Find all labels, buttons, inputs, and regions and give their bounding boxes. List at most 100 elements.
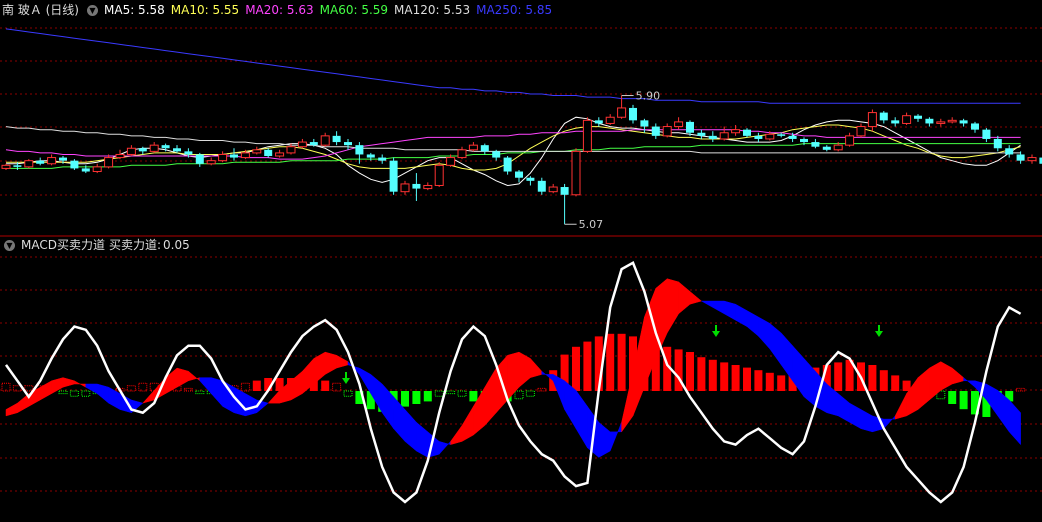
macd-ribbon-segment [62, 377, 75, 388]
high-price-label: 5.90 [636, 90, 661, 103]
candle [230, 148, 238, 161]
macd-bar [423, 391, 432, 402]
candle [252, 146, 262, 155]
macd-ribbon-segment [245, 393, 258, 417]
candle-body [822, 146, 831, 150]
macd-ribbon-segment [689, 290, 702, 305]
macd-ribbon-segment [176, 367, 189, 388]
macd-bar [412, 391, 421, 404]
macd-bar [252, 380, 261, 391]
down-arrow-icon [712, 325, 720, 337]
macd-bar [572, 346, 580, 391]
macd-bar [720, 362, 729, 391]
candle [902, 112, 912, 125]
candle [651, 123, 660, 139]
candle-body [173, 148, 181, 152]
candle [594, 117, 603, 127]
macd-ribbon-segment [632, 316, 645, 416]
macd-ribbon-segment [940, 361, 953, 391]
indicator-label: 买卖力道: [108, 238, 162, 252]
macd-bar [525, 390, 535, 397]
chevron-down-icon[interactable]: ▼ [87, 5, 98, 16]
candle-body [468, 144, 478, 151]
candle-body [355, 145, 364, 155]
candle-body [902, 115, 912, 124]
candle [743, 128, 751, 138]
candle [971, 121, 979, 133]
chevron-down-icon[interactable]: ▼ [4, 240, 15, 251]
candle-body [811, 142, 820, 147]
macd-panel-header: ▼ MACD买卖力道 买卖力道: 0.05 [2, 236, 196, 254]
macd-ribbon-segment [404, 408, 417, 452]
candle-body [36, 160, 45, 164]
ma-line-ma250 [5, 28, 1021, 104]
candle [492, 149, 501, 161]
candle-body [777, 134, 786, 136]
candle [36, 157, 45, 166]
candle [674, 117, 684, 130]
candle [389, 157, 398, 195]
macd-ribbon-segment [381, 383, 394, 430]
candle-body [126, 147, 136, 155]
candle [708, 131, 717, 143]
candle-body [297, 141, 307, 148]
candle-body [13, 165, 22, 167]
macd-ribbon-segment [210, 377, 223, 407]
ma-legend-item: MA5: 5.58 [104, 3, 165, 17]
candle-body [275, 152, 285, 157]
macd-bar [81, 390, 91, 397]
macd-ribbon-segment [917, 367, 930, 411]
candle-body [594, 120, 603, 124]
macd-ribbon-segment [74, 380, 87, 388]
macd-bar [868, 365, 877, 391]
candle-body [686, 121, 694, 133]
arrow-head [712, 331, 720, 337]
candle-body [446, 157, 456, 166]
macd-bar [195, 390, 205, 395]
candle-body [617, 107, 627, 118]
candle-body [845, 135, 855, 146]
macd-ribbon-segment [746, 310, 759, 337]
macd-ribbon-segment [142, 389, 155, 404]
candle-body [412, 183, 421, 189]
candle-body [1027, 157, 1037, 162]
macd-ribbon-segment [929, 361, 942, 401]
candle [548, 183, 558, 194]
candle-body [344, 142, 352, 146]
candle-body [434, 164, 444, 186]
down-arrow-icon [875, 325, 883, 337]
candle [1005, 145, 1014, 158]
macd-bar [401, 391, 409, 407]
macd-ribbon-segment [712, 300, 725, 315]
candle-body [138, 148, 147, 152]
candle [993, 135, 1002, 152]
candle-body [571, 150, 581, 196]
candle [1, 163, 11, 170]
macd-ribbon-segment [769, 322, 782, 366]
macd-ribbon-segment [39, 380, 52, 401]
candle-body [548, 186, 558, 193]
candle [662, 123, 672, 138]
candle [959, 118, 968, 127]
candle-body [925, 118, 934, 124]
macd-bar [879, 370, 888, 391]
macd-ribbon-segment [450, 424, 463, 445]
low-price-label: 5.07 [579, 218, 604, 231]
macd-ribbon-segment [530, 357, 543, 378]
macd-ribbon-segment [438, 440, 451, 455]
kline-chart[interactable]: 5.90 5.07 [0, 0, 1042, 522]
candle-body [879, 112, 888, 121]
candle-body [378, 157, 387, 161]
candle-body [537, 180, 546, 192]
candle [845, 132, 855, 147]
candle-body [230, 154, 238, 158]
candle-body [492, 151, 501, 158]
macd-ribbon-segment [5, 402, 18, 417]
candle [195, 152, 204, 167]
macd-bar [777, 375, 786, 391]
candle-body [856, 126, 866, 137]
candle [879, 111, 888, 124]
candle-body [662, 126, 672, 137]
macd-bar [69, 390, 79, 397]
macd-bar [697, 357, 706, 391]
